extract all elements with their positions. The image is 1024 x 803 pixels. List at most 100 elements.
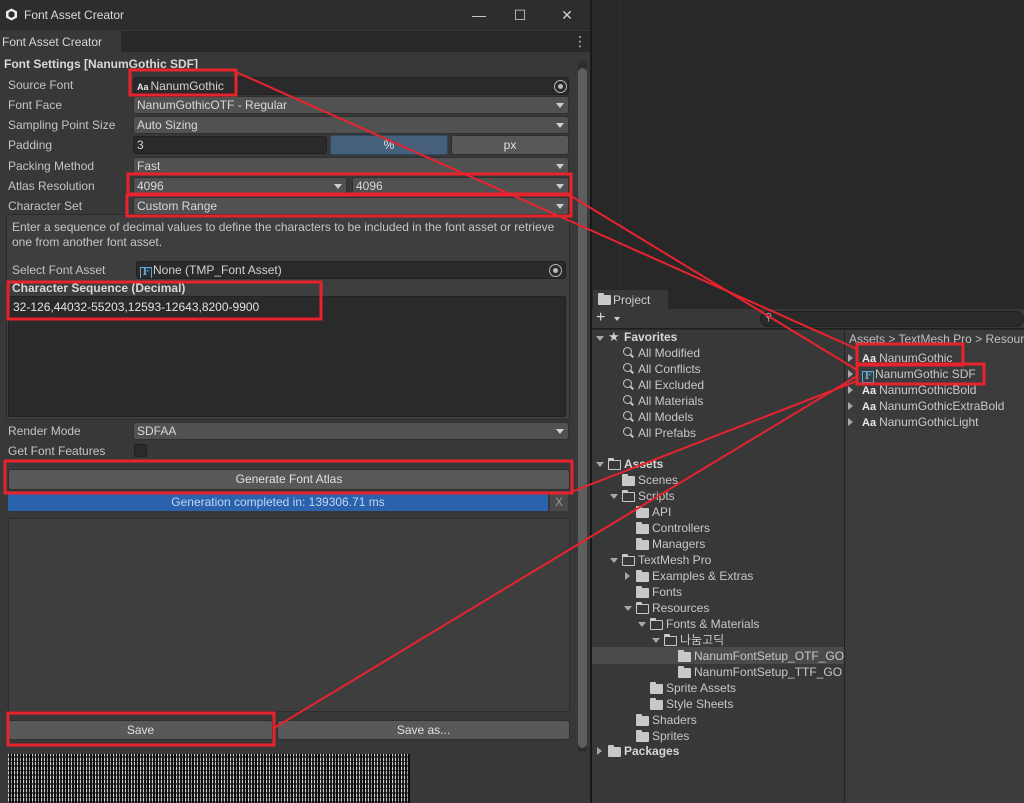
render-mode-dropdown[interactable]: SDFAA <box>133 422 569 440</box>
object-picker-icon[interactable] <box>549 264 562 277</box>
expand-arrow-icon[interactable] <box>610 494 618 499</box>
search-icon <box>623 427 632 436</box>
expand-arrow-icon[interactable] <box>638 622 646 627</box>
maximize-icon[interactable]: ☐ <box>510 5 530 25</box>
add-asset-button[interactable]: + <box>596 309 605 327</box>
tree-item-sprite-assets[interactable]: Sprite Assets <box>666 680 736 696</box>
close-icon[interactable]: ✕ <box>557 5 577 25</box>
chevron-down-icon[interactable] <box>614 317 620 321</box>
expand-arrow-icon[interactable] <box>848 370 853 378</box>
character-set-dropdown[interactable]: Custom Range <box>133 197 569 215</box>
folder-open-icon <box>607 457 621 470</box>
font-asset-icon: Aa <box>137 82 149 92</box>
asset-item-nanumgothic-extrabold[interactable]: Aa NanumGothicExtraBold <box>862 398 1004 414</box>
project-search-input[interactable]: ⚲ <box>760 311 1024 327</box>
tree-item-all-modified[interactable]: All Modified <box>638 345 700 361</box>
object-picker-icon[interactable] <box>554 80 567 93</box>
padding-label: Padding <box>8 138 53 152</box>
save-button[interactable]: Save <box>8 720 273 740</box>
folder-icon <box>636 730 649 742</box>
character-sequence-label: Character Sequence (Decimal) <box>12 281 186 295</box>
search-icon <box>623 347 632 356</box>
source-font-label: Source Font <box>8 78 74 92</box>
select-font-asset-field[interactable]: F None (TMP_Font Asset) <box>136 261 566 279</box>
folder-icon <box>608 745 621 757</box>
tree-item-nanum-folder[interactable]: 나눔고딕 <box>680 632 724 648</box>
expand-arrow-icon[interactable] <box>848 402 853 410</box>
save-as-button[interactable]: Save as... <box>277 720 570 740</box>
font-settings-title: Font Settings [NanumGothic SDF] <box>4 57 198 71</box>
packing-method-dropdown[interactable]: Fast <box>133 157 569 175</box>
expand-arrow-icon[interactable] <box>625 572 630 580</box>
folder-icon <box>636 570 649 582</box>
expand-arrow-icon[interactable] <box>624 606 632 611</box>
atlas-height-dropdown[interactable]: 4096 <box>352 177 569 195</box>
tree-item-examples-extras[interactable]: Examples & Extras <box>652 568 753 584</box>
font-face-value: NanumGothicOTF - Regular <box>137 98 288 112</box>
asset-item-nanumgothic-bold[interactable]: Aa NanumGothicBold <box>862 382 976 398</box>
tree-item-all-excluded[interactable]: All Excluded <box>638 377 704 393</box>
tree-item-all-conflicts[interactable]: All Conflicts <box>638 361 701 377</box>
expand-arrow-icon[interactable] <box>596 462 604 467</box>
generate-font-atlas-button[interactable]: Generate Font Atlas <box>8 469 570 490</box>
progress-close-button[interactable]: X <box>550 493 568 511</box>
atlas-height-value: 4096 <box>356 179 383 193</box>
tree-item-setup-ttf[interactable]: NanumFontSetup_TTF_GO <box>694 664 844 680</box>
tree-item-setup-otf[interactable]: NanumFontSetup_OTF_GO <box>694 648 844 664</box>
expand-arrow-icon[interactable] <box>848 386 853 394</box>
tree-item-scripts[interactable]: Scripts <box>638 488 675 504</box>
tree-item-textmesh-pro[interactable]: TextMesh Pro <box>638 552 711 568</box>
tree-item-packages[interactable]: Packages <box>624 743 679 759</box>
folder-icon <box>650 682 663 694</box>
character-set-value: Custom Range <box>137 199 218 213</box>
project-tab-label: Project <box>613 293 651 307</box>
tree-item-sprites[interactable]: Sprites <box>652 728 689 744</box>
expand-arrow-icon[interactable] <box>610 558 618 563</box>
folder-open-icon <box>621 489 635 502</box>
expand-arrow-icon[interactable] <box>652 638 660 643</box>
kebab-menu-icon[interactable]: ⋮ <box>573 33 587 49</box>
source-font-field[interactable]: Aa NanumGothic <box>133 77 569 95</box>
tree-item-all-prefabs[interactable]: All Prefabs <box>638 425 696 441</box>
asset-item-nanumgothic-sdf[interactable]: F NanumGothic SDF <box>862 366 976 383</box>
tree-item-favorites[interactable]: Favorites <box>624 329 677 345</box>
vertical-scrollbar[interactable] <box>578 60 587 753</box>
minimize-icon[interactable]: — <box>469 5 489 25</box>
font-asset-creator-window: Font Asset Creator — ☐ ✕ Font Asset Crea… <box>0 0 590 803</box>
expand-arrow-icon[interactable] <box>848 418 853 426</box>
atlas-width-dropdown[interactable]: 4096 <box>133 177 347 195</box>
tree-item-assets[interactable]: Assets <box>624 456 663 472</box>
tree-item-shaders[interactable]: Shaders <box>652 712 697 728</box>
sampling-point-size-dropdown[interactable]: Auto Sizing <box>133 116 569 134</box>
expand-arrow-icon[interactable] <box>596 336 604 341</box>
font-face-dropdown[interactable]: NanumGothicOTF - Regular <box>133 96 569 114</box>
tree-item-scenes[interactable]: Scenes <box>638 472 678 488</box>
select-font-asset-value: None (TMP_Font Asset) <box>153 263 282 277</box>
tree-item-all-materials[interactable]: All Materials <box>638 393 703 409</box>
expand-arrow-icon[interactable] <box>848 354 853 362</box>
tree-item-style-sheets[interactable]: Style Sheets <box>666 696 733 712</box>
folder-icon <box>636 714 649 726</box>
tree-item-api[interactable]: API <box>652 504 671 520</box>
tree-item-fonts-materials[interactable]: Fonts & Materials <box>666 616 759 632</box>
asset-item-nanumgothic[interactable]: Aa NanumGothic <box>862 350 952 366</box>
padding-percent-button[interactable]: % <box>330 135 448 155</box>
project-breadcrumb[interactable]: Assets > TextMesh Pro > Resources <box>849 332 1024 346</box>
get-font-features-checkbox[interactable] <box>134 444 147 457</box>
tab-font-asset-creator[interactable]: Font Asset Creator <box>0 31 121 52</box>
expand-arrow-icon[interactable] <box>597 747 602 755</box>
asset-item-nanumgothic-light[interactable]: Aa NanumGothicLight <box>862 414 978 430</box>
padding-input[interactable]: 3 <box>133 136 327 154</box>
atlas-resolution-label: Atlas Resolution <box>8 179 95 193</box>
chevron-down-icon <box>556 123 564 128</box>
character-sequence-textarea[interactable]: 32-126,44032-55203,12593-12643,8200-9900 <box>8 296 566 417</box>
tree-item-all-models[interactable]: All Models <box>638 409 693 425</box>
scrollbar-thumb[interactable] <box>578 68 587 748</box>
tab-project[interactable]: Project <box>593 290 668 309</box>
tree-item-resources[interactable]: Resources <box>652 600 709 616</box>
tree-item-managers[interactable]: Managers <box>652 536 705 552</box>
tree-item-controllers[interactable]: Controllers <box>652 520 710 536</box>
folder-icon <box>636 522 649 534</box>
padding-px-button[interactable]: px <box>451 135 569 155</box>
tree-item-fonts[interactable]: Fonts <box>652 584 682 600</box>
